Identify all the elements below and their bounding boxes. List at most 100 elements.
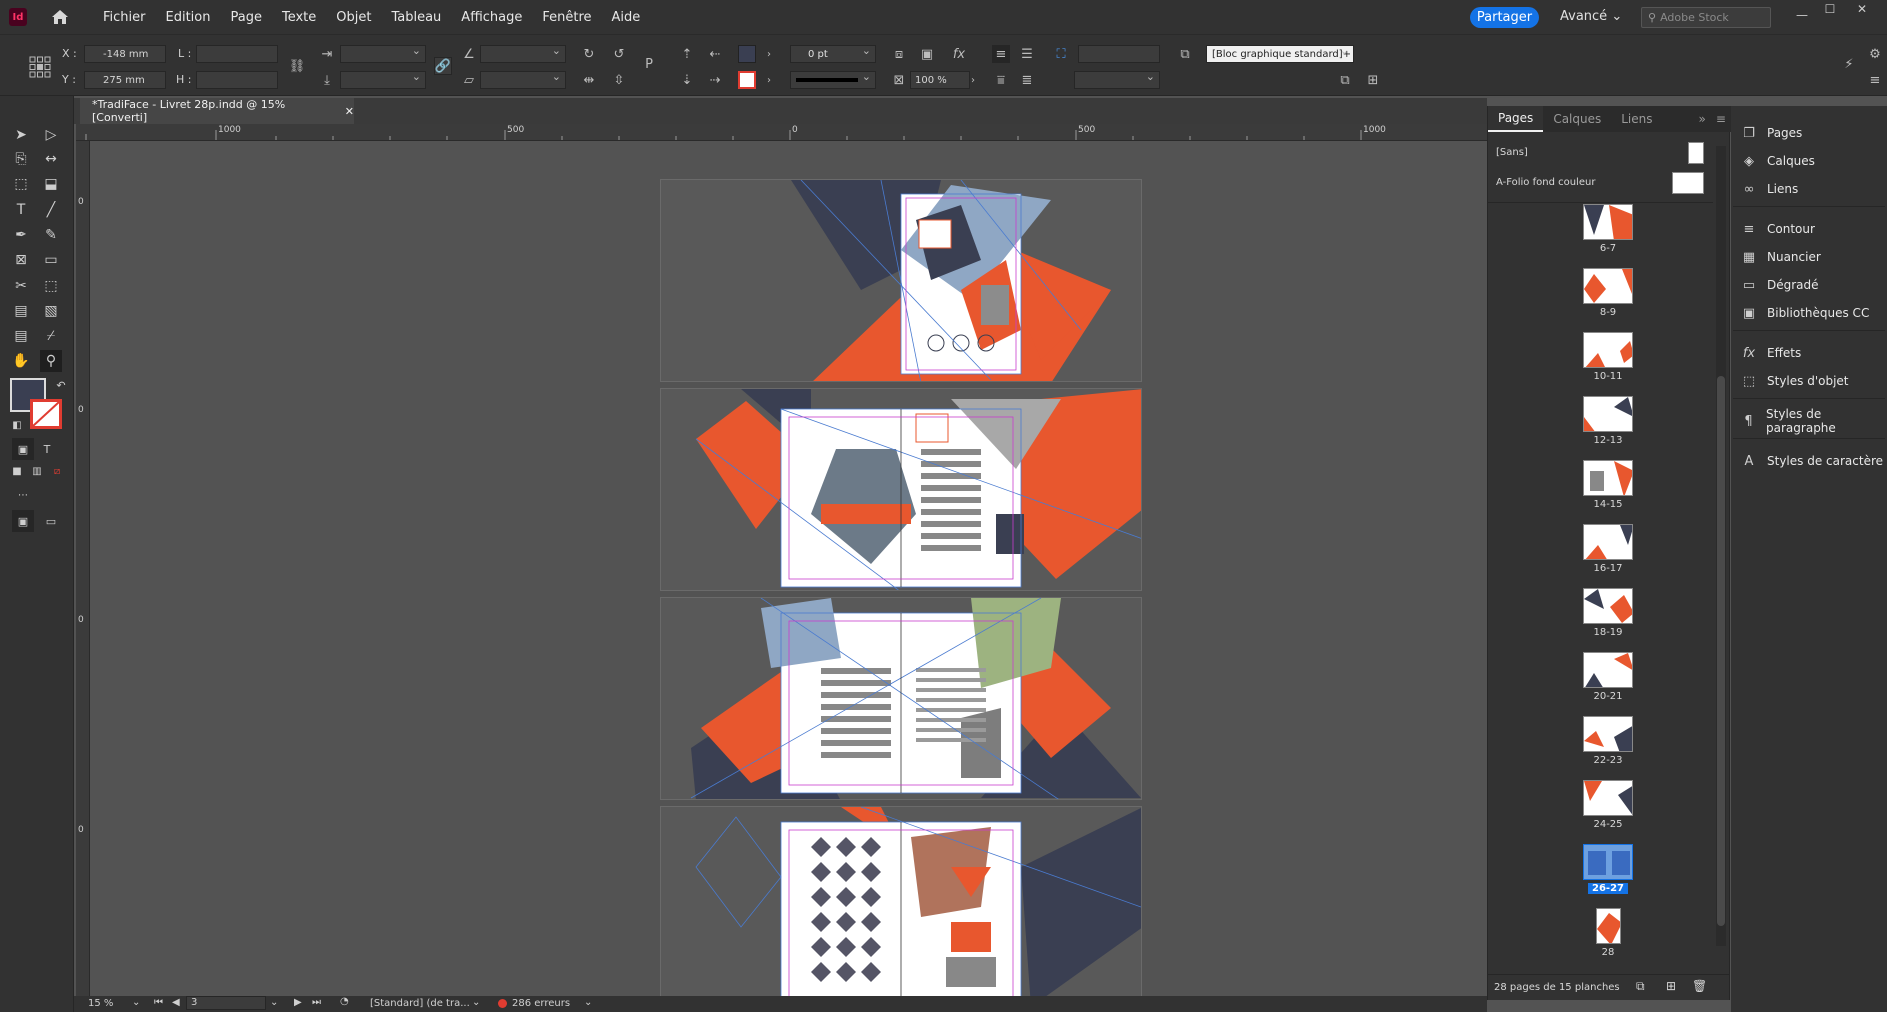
zoom-dropdown-icon[interactable]: ⌄	[132, 997, 140, 1008]
next-page-icon[interactable]: ▶	[294, 997, 302, 1008]
gradient-swatch-tool-icon[interactable]: ▤	[10, 300, 32, 322]
hand-tool-icon[interactable]: ✋	[10, 350, 32, 372]
spread-10-11[interactable]	[660, 597, 1142, 800]
scrollbar-thumb[interactable]	[1717, 376, 1725, 926]
spread-thumb[interactable]: 20-21	[1573, 652, 1643, 702]
path-type-icon[interactable]: P	[640, 55, 658, 73]
note-tool-icon[interactable]: ▤	[10, 325, 32, 347]
select-previous-icon[interactable]: ⇠	[706, 45, 724, 63]
menu-edition[interactable]: Edition	[156, 10, 221, 25]
scale-dropdown-icon[interactable]: ›	[964, 71, 982, 89]
fx-icon[interactable]: fx	[950, 45, 968, 63]
spread-thumb[interactable]: 18-19	[1573, 588, 1643, 638]
dock-styles-paragraphe[interactable]: ¶ Styles de paragraphe	[1731, 407, 1887, 435]
close-tab-icon[interactable]: ✕	[345, 105, 354, 118]
apply-color-icon[interactable]: ■	[6, 460, 28, 482]
pencil-tool-icon[interactable]: ✎	[40, 224, 62, 246]
object-style-select[interactable]: [Bloc graphique standard]+	[1206, 44, 1354, 63]
align-select[interactable]	[1074, 70, 1160, 89]
fill-swatch-dropdown-icon[interactable]: ›	[760, 45, 778, 63]
edit-in-illustrator-icon[interactable]: ⋯	[12, 484, 34, 506]
w-field[interactable]	[196, 45, 278, 63]
error-count[interactable]: 286 erreurs	[512, 998, 570, 1009]
select-content-icon[interactable]: ⇣	[678, 71, 696, 89]
format-container-icon[interactable]: ▣	[12, 438, 34, 460]
menu-page[interactable]: Page	[220, 10, 271, 25]
spread-thumb[interactable]: 12-13	[1573, 396, 1643, 446]
vertical-ruler[interactable]: 0 0 0 0	[76, 141, 90, 996]
dock-nuancier[interactable]: ▦ Nuancier	[1731, 244, 1887, 270]
stroke-type-select[interactable]	[790, 70, 876, 89]
dock-bibliotheques[interactable]: ▣ Bibliothèques CC	[1731, 300, 1887, 326]
spread-thumb[interactable]: 8-9	[1573, 268, 1643, 318]
preflight-dropdown-icon[interactable]: ⌄	[472, 997, 480, 1008]
page-dropdown-icon[interactable]: ⌄	[270, 997, 278, 1008]
line-tool-icon[interactable]: ╱	[40, 199, 62, 221]
fit-frame-icon[interactable]: ⧈	[890, 45, 908, 63]
content-placer-tool-icon[interactable]: ⬓	[40, 173, 62, 195]
stroke-color-swatch[interactable]	[30, 399, 62, 429]
scale-x-field[interactable]	[340, 44, 426, 63]
new-page-icon[interactable]: ⊞	[1666, 979, 1676, 993]
zoom-tool-icon[interactable]: ⚲	[40, 350, 62, 372]
spread-thumb[interactable]: 28	[1573, 908, 1643, 958]
fit-content-icon[interactable]: ▣	[918, 45, 936, 63]
menu-fenetre[interactable]: Fenêtre	[532, 10, 601, 25]
spread-thumb[interactable]: 16-17	[1573, 524, 1643, 574]
x-field[interactable]: -148 mm	[84, 45, 166, 63]
fill-swatch[interactable]	[738, 45, 756, 63]
dock-calques[interactable]: ◈ Calques	[1731, 148, 1887, 174]
stock-search-input[interactable]: ⚲ Adobe Stock	[1641, 7, 1771, 28]
clear-overrides-icon[interactable]: ⧉	[1336, 71, 1354, 89]
text-wrap-none-icon[interactable]: ≡	[992, 45, 1010, 63]
rectangle-tool-icon[interactable]: ▭	[40, 249, 62, 271]
reference-point-icon[interactable]	[28, 55, 52, 79]
tab-pages[interactable]: Pages	[1488, 106, 1544, 132]
type-tool-icon[interactable]: T	[10, 199, 32, 221]
gap-tool-icon[interactable]: ↔	[40, 148, 62, 170]
stroke-swatch-dropdown-icon[interactable]: ›	[760, 71, 778, 89]
dock-styles-objet[interactable]: ⬚ Styles d'objet	[1731, 368, 1887, 394]
gradient-feather-tool-icon[interactable]: ▧	[40, 300, 62, 322]
constrain-proportions-icon[interactable]: ⛓	[288, 57, 306, 75]
panel-menu-icon[interactable]: ≡	[1712, 112, 1730, 126]
share-button[interactable]: Partager	[1470, 7, 1539, 28]
style-options-icon[interactable]: ⊞	[1364, 71, 1382, 89]
text-wrap-jump-icon[interactable]: ≣	[1018, 71, 1036, 89]
menu-texte[interactable]: Texte	[272, 10, 326, 25]
workspace-switcher[interactable]: Avancé ⌄	[1560, 9, 1622, 24]
apply-gradient-icon[interactable]: ▥	[26, 460, 48, 482]
y-field[interactable]: 275 mm	[84, 71, 166, 89]
spread-8-9[interactable]	[660, 388, 1142, 591]
spread-thumb[interactable]: 14-15	[1573, 460, 1643, 510]
dock-effets[interactable]: fx Effets	[1731, 340, 1887, 366]
auto-fit-icon[interactable]: ⛶	[1052, 45, 1070, 63]
text-wrap-shape-icon[interactable]: ⩸	[992, 71, 1010, 89]
master-none[interactable]: [Sans]	[1488, 138, 1713, 166]
open-document-icon[interactable]: ◔	[340, 996, 349, 1007]
flip-horizontal-icon[interactable]: ⇹	[580, 71, 598, 89]
pasteboard[interactable]	[90, 141, 1487, 996]
menu-tableau[interactable]: Tableau	[381, 10, 451, 25]
last-page-icon[interactable]: ⏭	[312, 997, 321, 1008]
swap-colors-icon[interactable]: ↶	[50, 374, 72, 396]
home-icon[interactable]	[49, 6, 71, 28]
menu-aide[interactable]: Aide	[602, 10, 651, 25]
close-window-icon[interactable]: ✕	[1848, 0, 1876, 18]
scissors-tool-icon[interactable]: ✂	[10, 275, 32, 297]
select-next-icon[interactable]: ⇢	[706, 71, 724, 89]
shear-field[interactable]	[480, 70, 566, 89]
previous-page-icon[interactable]: ◀	[172, 997, 180, 1008]
spread-12-13[interactable]	[660, 806, 1142, 996]
spread-thumb[interactable]: 10-11	[1573, 332, 1643, 382]
dock-styles-caractere[interactable]: A Styles de caractère	[1731, 448, 1887, 474]
menu-objet[interactable]: Objet	[326, 10, 381, 25]
document-tab[interactable]: *TradiFace - Livret 28p.indd @ 15% [Conv…	[80, 98, 354, 124]
spread-thumb[interactable]: 6-7	[1573, 204, 1643, 254]
rotation-field[interactable]	[480, 44, 566, 63]
master-a-folio[interactable]: A-Folio fond couleur	[1488, 168, 1713, 196]
collapse-panel-icon[interactable]: »	[1693, 112, 1712, 126]
direct-selection-tool-icon[interactable]: ▷	[40, 124, 62, 146]
spread-thumb[interactable]: 22-23	[1573, 716, 1643, 766]
dock-liens[interactable]: ∞ Liens	[1731, 176, 1887, 202]
